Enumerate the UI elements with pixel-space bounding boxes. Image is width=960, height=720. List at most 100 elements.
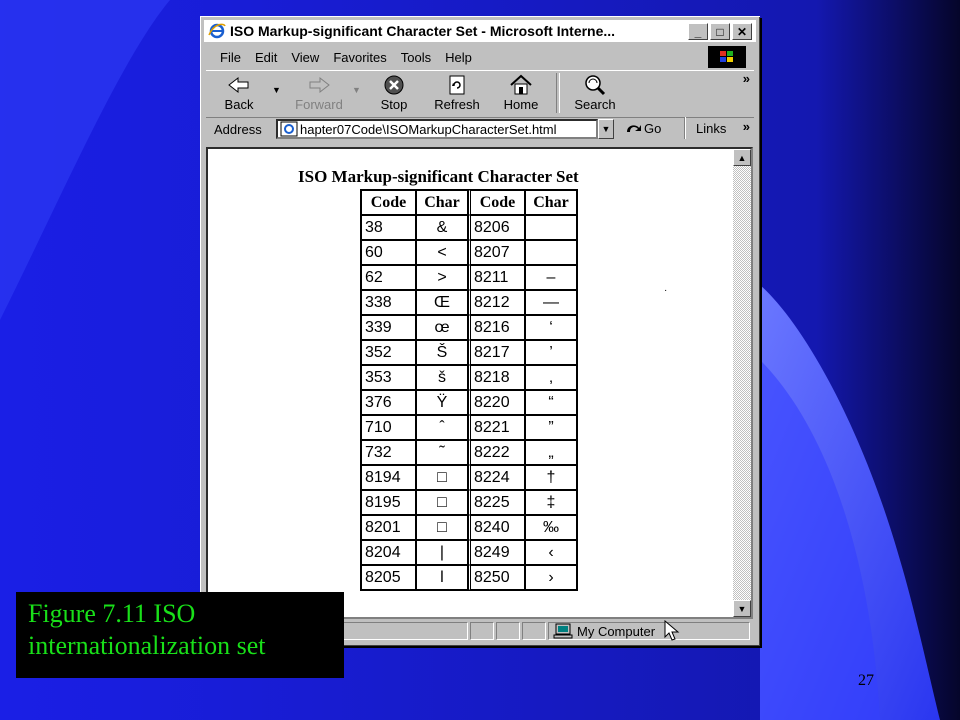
table-row: 8201 □ 8240 ‰	[361, 515, 577, 540]
char-cell: ˆ	[416, 415, 468, 440]
char-cell: “	[525, 390, 577, 415]
code-cell: 8224	[468, 465, 525, 490]
code-cell: 8212	[468, 290, 525, 315]
forward-label: Forward	[295, 97, 343, 112]
code-cell: 62	[361, 265, 416, 290]
char-cell: ”	[525, 415, 577, 440]
char-cell: ‹	[525, 540, 577, 565]
table-row: 60 <8207	[361, 240, 577, 265]
close-button[interactable]: ✕	[732, 23, 752, 40]
toolbar: Back ▼ Forward ▼ Stop Refresh Home Searc…	[206, 70, 754, 118]
scroll-up-icon[interactable]: ▲	[733, 149, 751, 166]
menu-edit[interactable]: Edit	[255, 50, 277, 65]
char-cell: ’	[525, 340, 577, 365]
char-cell: „	[525, 440, 577, 465]
address-divider	[684, 117, 686, 139]
status-cell	[522, 622, 546, 640]
table-row: 376 Ÿ 8220 “	[361, 390, 577, 415]
code-cell: 8195	[361, 490, 416, 515]
back-button[interactable]: Back	[206, 73, 272, 112]
char-cell: š	[416, 365, 468, 390]
menu-bar: File Edit View Favorites Tools Help	[206, 46, 754, 68]
page-heading: ISO Markup-significant Character Set	[298, 167, 579, 186]
address-input[interactable]: hapter07Code\ISOMarkupCharacterSet.html	[276, 119, 598, 139]
menu-file[interactable]: File	[220, 50, 241, 65]
code-cell: 8225	[468, 490, 525, 515]
code-cell: 60	[361, 240, 416, 265]
go-arrow-icon	[627, 125, 641, 132]
char-cell: |	[416, 540, 468, 565]
forward-button[interactable]: Forward	[286, 73, 352, 112]
char-cell: ‘	[525, 315, 577, 340]
address-dropdown-icon[interactable]: ▼	[598, 119, 614, 139]
links-overflow-chevron[interactable]: »	[743, 119, 750, 134]
go-button[interactable]: Go	[624, 120, 661, 136]
home-button[interactable]: Home	[492, 73, 550, 112]
status-cell	[470, 622, 494, 640]
char-cell: †	[525, 465, 577, 490]
menu-favorites[interactable]: Favorites	[333, 50, 386, 65]
links-button[interactable]: Links	[696, 121, 726, 136]
table-row: 38 & 8206	[361, 215, 577, 240]
char-cell: –	[525, 265, 577, 290]
refresh-button[interactable]: Refresh	[422, 73, 492, 112]
stray-dot: ·	[664, 285, 668, 296]
status-cell	[496, 622, 520, 640]
code-cell: 8220	[468, 390, 525, 415]
code-cell: 8205	[361, 565, 416, 590]
code-cell: 8207	[468, 240, 525, 265]
char-cell: œ	[416, 315, 468, 340]
caption-line-2: internationalization set	[28, 631, 266, 660]
zone-cell: My Computer	[548, 622, 750, 640]
char-cell: Ÿ	[416, 390, 468, 415]
scroll-down-icon[interactable]: ▼	[733, 600, 751, 617]
code-cell: 8206	[468, 215, 525, 240]
menu-tools[interactable]: Tools	[401, 50, 431, 65]
char-cell: ‰	[525, 515, 577, 540]
window-title: ISO Markup-significant Character Set - M…	[230, 23, 616, 39]
table-row: 339 œ 8216 ‘	[361, 315, 577, 340]
address-bar: Address hapter07Code\ISOMarkupCharacterS…	[206, 117, 754, 141]
code-cell: 8211	[468, 265, 525, 290]
char-cell: □	[416, 515, 468, 540]
home-label: Home	[503, 97, 539, 112]
code-cell: 8204	[361, 540, 416, 565]
char-cell: ‚	[525, 365, 577, 390]
forward-arrow-icon	[307, 73, 331, 97]
table-row: 710 ˆ 8221”	[361, 415, 577, 440]
back-dropdown-icon[interactable]: ▼	[272, 85, 286, 95]
char-cell: ›	[525, 565, 577, 590]
minimize-button[interactable]: _	[688, 23, 708, 40]
page-content: ISO Markup-significant Character Set Cod…	[206, 147, 753, 619]
table-row: 338 Œ 8212—	[361, 290, 577, 315]
code-cell: 8217	[468, 340, 525, 365]
toolbar-overflow-chevron[interactable]: »	[743, 71, 750, 86]
address-label: Address	[214, 121, 262, 137]
code-cell: 8222	[468, 440, 525, 465]
code-cell: 732	[361, 440, 416, 465]
forward-dropdown-icon[interactable]: ▼	[352, 85, 366, 95]
char-cell	[525, 215, 577, 240]
stop-button[interactable]: Stop	[366, 73, 422, 112]
char-cell: &	[416, 215, 468, 240]
table-row: 62 >8211–	[361, 265, 577, 290]
zone-label: My Computer	[577, 623, 656, 639]
home-icon	[509, 73, 533, 97]
char-cell: ˜	[416, 440, 468, 465]
vertical-scrollbar[interactable]: ▲ ▼	[733, 149, 751, 617]
code-cell: 352	[361, 340, 416, 365]
maximize-button[interactable]: □	[710, 23, 730, 40]
title-bar[interactable]: ISO Markup-significant Character Set - M…	[204, 20, 756, 42]
address-value: hapter07Code\ISOMarkupCharacterSet.html	[300, 121, 557, 137]
code-cell: 38	[361, 215, 416, 240]
code-cell: 8221	[468, 415, 525, 440]
search-button[interactable]: Search	[566, 73, 624, 112]
menu-help[interactable]: Help	[445, 50, 472, 65]
table-row: 8195 □ 8225 ‡	[361, 490, 577, 515]
column-header: Char	[525, 190, 577, 215]
menu-view[interactable]: View	[291, 50, 319, 65]
column-header: Code	[468, 190, 525, 215]
code-cell: 376	[361, 390, 416, 415]
table-row: 8205 ǀ 8250 ›	[361, 565, 577, 590]
refresh-label: Refresh	[434, 97, 480, 112]
